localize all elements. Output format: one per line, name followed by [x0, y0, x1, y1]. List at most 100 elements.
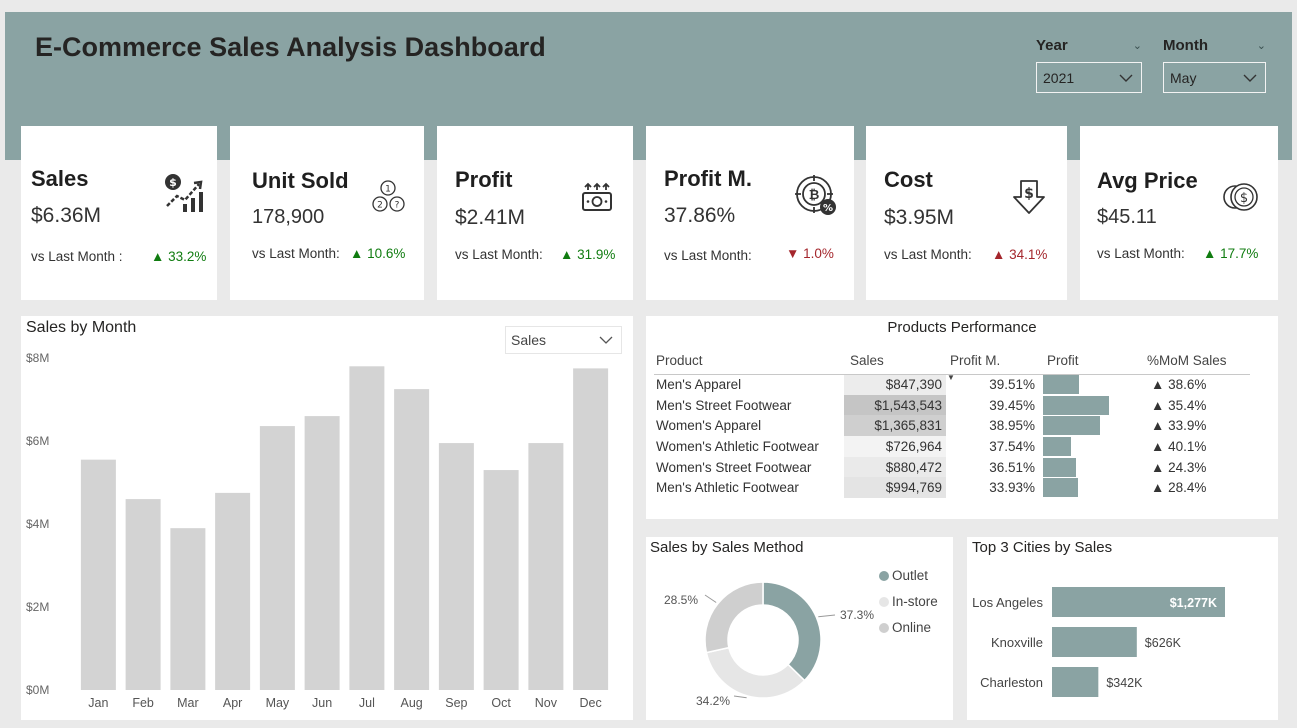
kpi-value: $3.95M: [884, 206, 955, 229]
kpi-value: 178,900: [252, 206, 325, 228]
bar-jun[interactable]: [304, 416, 340, 690]
city-bar[interactable]: [1052, 667, 1099, 697]
svg-text:%: %: [823, 203, 833, 214]
x-tick-label: Jan: [88, 696, 108, 710]
kpi-compare-label: vs Last Month:: [1097, 246, 1185, 261]
sales-method-panel: Sales by Sales Method 37.3% 34.2% 28.5% Ou…: [646, 537, 953, 720]
cell-sales: $1,365,831: [844, 415, 946, 437]
kpi-compare-label: vs Last Month:: [252, 246, 340, 261]
column-header-mom-sales[interactable]: %MoM Sales: [1143, 347, 1250, 375]
cell-profit-margin: 33.93%: [989, 480, 1035, 496]
table-row[interactable]: Women's Apparel $1,365,831 38.95% ▲ 33.9%: [654, 415, 1250, 437]
x-tick-label: Sep: [445, 696, 467, 710]
legend-item-outlet[interactable]: Outlet: [879, 568, 928, 583]
year-label: Year: [1036, 36, 1068, 54]
kpi-compare-label: vs Last Month :: [31, 249, 123, 264]
year-value: 2021: [1043, 69, 1075, 86]
chevron-down-icon: [1243, 74, 1257, 82]
table-row[interactable]: Men's Athletic Footwear $994,769 33.93% ▲ 2…: [654, 477, 1250, 499]
bar-mar[interactable]: [170, 528, 206, 690]
month-value: May: [1170, 69, 1197, 86]
svg-text:$: $: [169, 176, 177, 189]
top-cities-bar-chart: Los Angeles $1,277K Knoxville $626K Charlest…: [972, 587, 1225, 697]
x-tick-label: Jul: [359, 696, 375, 710]
donut-slice-online[interactable]: [704, 581, 764, 654]
cell-profit: [1043, 374, 1143, 395]
donut-slice-in-store[interactable]: [705, 646, 806, 699]
month-label: Month: [1163, 36, 1208, 54]
kpi-delta: ▲ 33.2%: [151, 249, 207, 264]
arrow-up-icon: ▲: [1151, 438, 1165, 454]
bar-jan[interactable]: [80, 459, 116, 690]
slice-value-label: 37.3%: [840, 608, 874, 622]
column-header-sales[interactable]: Sales: [844, 347, 946, 375]
kpi-card-profit-margin: Profit M. 37.86% vs Last Month: ▼ 1.0% ₿…: [646, 126, 854, 300]
bar-sep[interactable]: [438, 443, 474, 690]
city-bar[interactable]: [1052, 627, 1137, 657]
bar-aug[interactable]: [394, 389, 430, 690]
chevron-down-icon: [1119, 74, 1133, 82]
chevron-down-icon[interactable]: ⌄: [1133, 39, 1142, 52]
legend-item-online[interactable]: Online: [879, 620, 931, 635]
cell-profit-margin: 39.51%: [989, 377, 1035, 393]
cell-product: Women's Street Footwear: [656, 459, 812, 475]
kpi-card-sales: Sales $6.36M vs Last Month : ▲ 33.2% $: [21, 126, 217, 300]
table-row[interactable]: Women's Athletic Footwear $726,964 37.54% ▲…: [654, 436, 1250, 457]
x-tick-label: Nov: [535, 696, 558, 710]
cell-profit: [1043, 395, 1143, 416]
kpi-delta: ▼ 1.0%: [786, 246, 834, 261]
kpi-compare-label: vs Last Month:: [664, 248, 752, 263]
svg-text:₿: ₿: [809, 188, 820, 203]
cell-product: Men's Apparel: [656, 377, 742, 393]
kpi-delta: ▲ 10.6%: [350, 246, 406, 261]
bar-dec[interactable]: [573, 368, 609, 690]
profit-bar: [1043, 457, 1076, 477]
y-tick-label: $6M: [26, 434, 49, 448]
legend-item-in-store[interactable]: In-store: [879, 594, 938, 609]
x-tick-label: Apr: [223, 696, 242, 710]
arrow-up-icon: ▲: [1151, 377, 1165, 393]
cell-profit: [1043, 436, 1143, 457]
month-slicer[interactable]: Month ⌄ May: [1163, 34, 1266, 93]
cell-sales: $726,964: [844, 436, 946, 457]
column-header-product[interactable]: Product: [654, 347, 844, 375]
year-slicer[interactable]: Year ⌄ 2021: [1036, 34, 1142, 93]
column-header-profit-margin[interactable]: Profit M. ▼: [946, 347, 1043, 382]
x-tick-label: Oct: [491, 696, 511, 710]
bar-may[interactable]: [259, 426, 295, 690]
chevron-down-icon[interactable]: ⌄: [1257, 39, 1266, 52]
slice-value-label: 28.5%: [664, 593, 698, 607]
month-dropdown[interactable]: May: [1163, 62, 1266, 93]
units-icon: 1 2 ?: [372, 180, 405, 212]
city-value-label: $1,277K: [1170, 596, 1217, 610]
cell-mom-sales: ▲ 38.6%: [1151, 377, 1207, 393]
arrow-up-icon: ▲: [1151, 480, 1165, 496]
table-row[interactable]: Women's Street Footwear $880,472 36.51% ▲ 2…: [654, 456, 1250, 478]
cell-profit-margin: 37.54%: [989, 438, 1035, 454]
svg-text:?: ?: [395, 201, 400, 211]
year-dropdown[interactable]: 2021: [1036, 62, 1142, 93]
bar-nov[interactable]: [528, 443, 564, 690]
city-label: Los Angeles: [972, 595, 1043, 610]
kpi-value: $45.11: [1097, 206, 1157, 228]
table-row[interactable]: Men's Street Footwear $1,543,543 39.45% ▲ 3…: [654, 394, 1250, 416]
city-value-label: $342K: [1106, 676, 1143, 690]
cell-sales: $847,390: [844, 374, 946, 395]
profit-bar: [1043, 416, 1100, 436]
profit-bar: [1043, 395, 1109, 415]
bar-jul[interactable]: [349, 366, 385, 690]
x-tick-label: Feb: [132, 696, 154, 710]
cell-profit-margin: 38.95%: [989, 418, 1035, 434]
legend-dot: [879, 570, 889, 581]
bar-oct[interactable]: [483, 470, 519, 690]
sales-growth-icon: $: [165, 174, 203, 212]
bar-feb[interactable]: [125, 499, 161, 690]
kpi-title: Avg Price: [1097, 168, 1198, 193]
products-table-body: Men's Apparel $847,390 39.51% ▲ 38.6% Men's …: [654, 374, 1250, 499]
profit-margin-icon: ₿ %: [795, 175, 836, 215]
bar-apr[interactable]: [215, 492, 251, 690]
y-tick-label: $8M: [26, 351, 49, 365]
table-header-row: Product Sales Profit M. ▼ Profit %MoM Sal…: [654, 347, 1250, 382]
donut-slice-outlet[interactable]: [762, 581, 822, 682]
column-header-profit[interactable]: Profit: [1043, 347, 1143, 375]
